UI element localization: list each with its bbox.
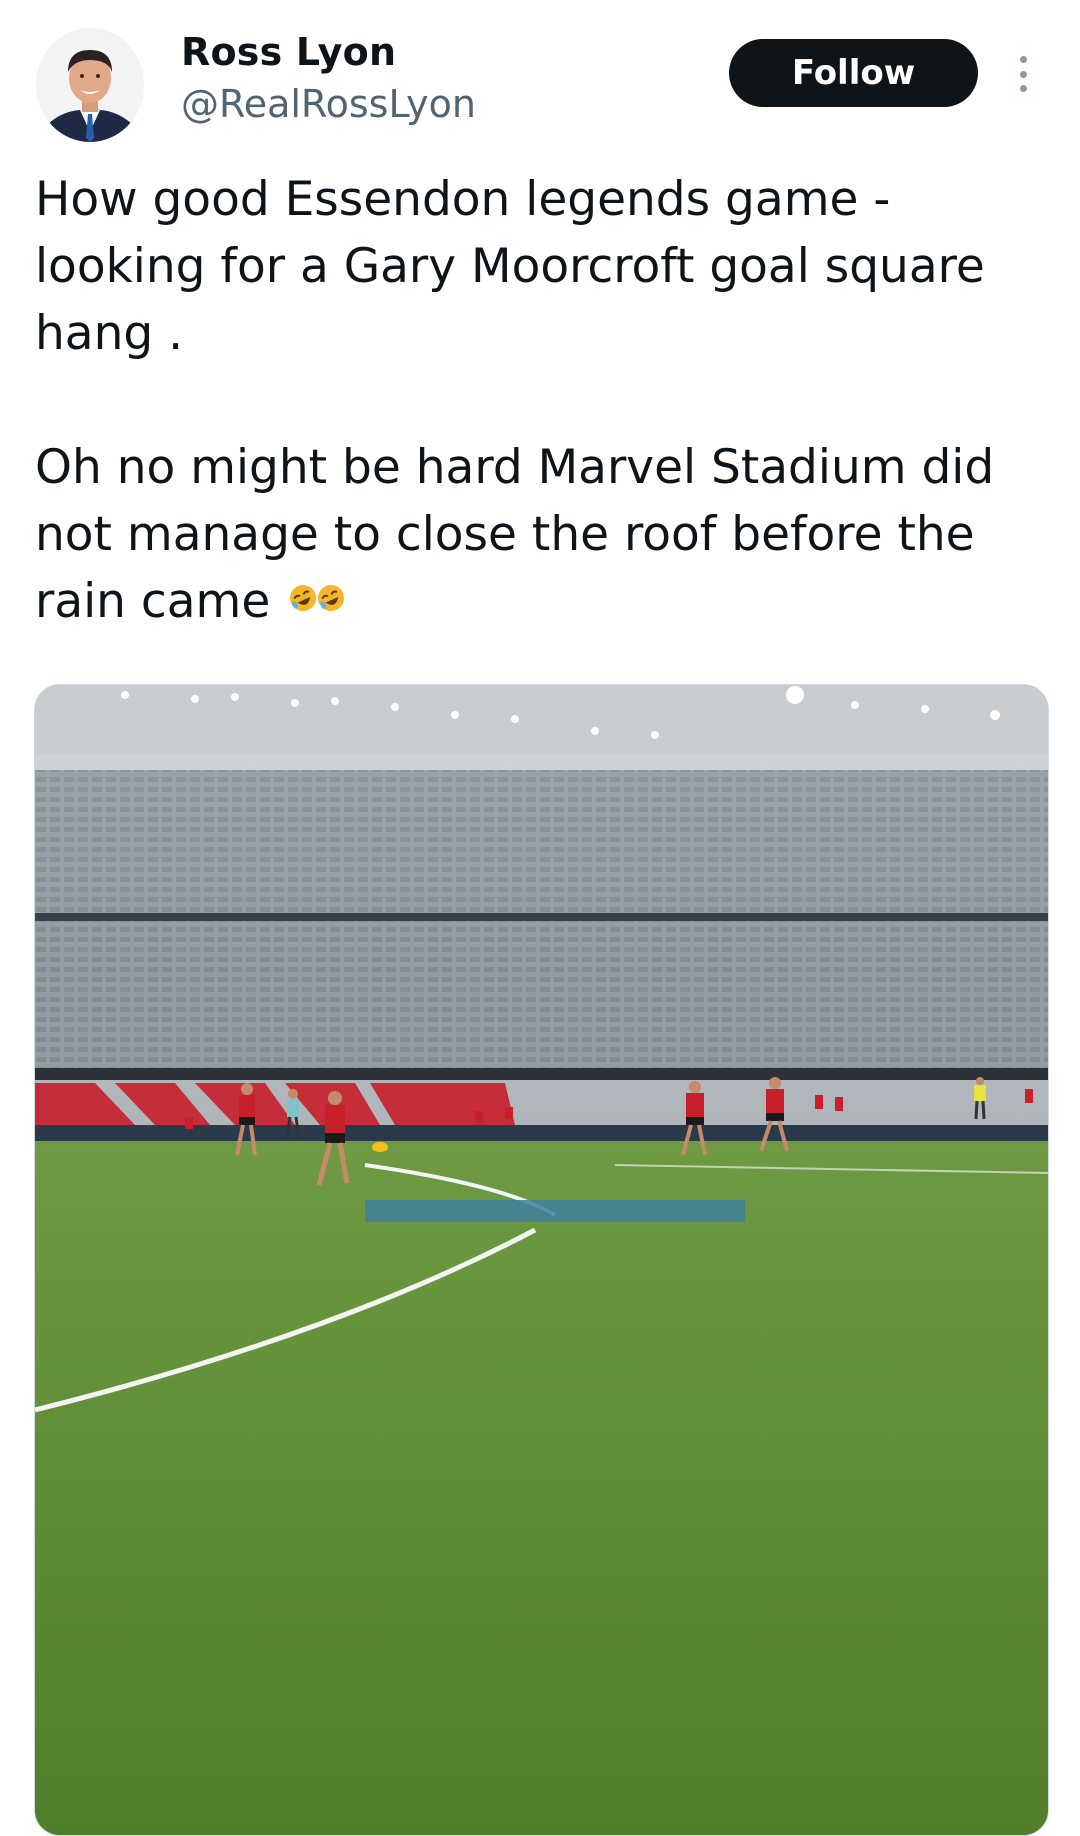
tweet-photo[interactable] [34, 684, 1049, 1836]
more-dot [1019, 85, 1027, 92]
author-name[interactable]: Ross Lyon [181, 30, 396, 74]
tweet-text: How good Essendon legends game - looking… [35, 166, 1045, 635]
field-logo [365, 1200, 745, 1222]
more-options-icon[interactable] [1006, 48, 1040, 100]
tweet-paragraph-1: How good Essendon legends game - looking… [35, 172, 985, 361]
more-dot [1019, 70, 1027, 78]
stadium-photo [35, 685, 1048, 1835]
tweet-paragraph-2: Oh no might be hard Marvel Stadium did n… [35, 434, 1045, 635]
author-handle[interactable]: @RealRossLyon [181, 82, 476, 126]
follow-button[interactable]: Follow [729, 39, 978, 107]
tweet-paragraph-2-text: Oh no might be hard Marvel Stadium did n… [35, 440, 995, 629]
avatar[interactable] [36, 28, 144, 142]
avatar-photo [36, 28, 144, 142]
football [372, 1142, 388, 1152]
more-dot [1019, 56, 1027, 63]
rolling-laughing-emoji-icon [290, 585, 345, 611]
